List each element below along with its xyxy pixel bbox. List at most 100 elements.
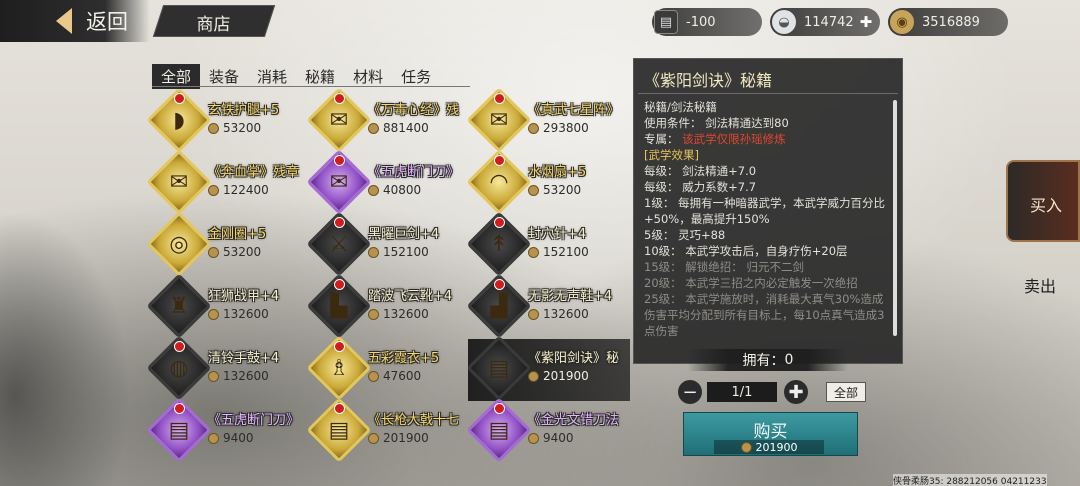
buy-button[interactable]: 购买 201900: [683, 412, 858, 456]
new-badge: [334, 155, 345, 166]
item-slot[interactable]: ◍ 清铃手鼓+4 132600: [146, 335, 312, 401]
shop-title: 商店: [152, 5, 276, 37]
coin-icon: [740, 441, 752, 453]
item-name: 封穴针+4: [528, 227, 587, 242]
scroll-icon: ✉: [169, 169, 189, 195]
book-icon: ▤: [488, 417, 510, 443]
decrease-quantity-button[interactable]: −: [678, 380, 702, 404]
item-detail-panel: 《紫阳剑诀》秘籍 秘籍/剑法秘籍 使用条件： 剑法精通达到80 专属： 该武学仅…: [633, 58, 903, 364]
item-name: 踏波飞云靴+4: [368, 289, 453, 304]
item-price: 53200: [528, 183, 581, 197]
item-price: 132600: [368, 307, 429, 321]
item-slot[interactable]: ◎ 金刚圈+5 53200: [146, 211, 312, 277]
side-tab-sell[interactable]: 卖出: [1024, 273, 1056, 297]
item-slot[interactable]: ↟ 封穴针+4 152100: [466, 211, 632, 277]
item-slot[interactable]: ▤ 《紫阳剑诀》秘 201900: [466, 335, 632, 401]
leg-guard-icon: ◗: [173, 107, 185, 133]
buy-label: 购买: [753, 422, 788, 442]
item-name: 黑曜巨剑+4: [368, 227, 440, 242]
item-slot[interactable]: ▤ 《五虎断门刀》 9400: [146, 397, 312, 463]
new-badge: [494, 279, 505, 290]
new-badge: [334, 341, 345, 352]
back-button[interactable]: 返回: [0, 0, 150, 42]
new-badge: [494, 217, 505, 228]
book-icon: ▤: [168, 417, 190, 443]
coin-icon: [528, 122, 539, 134]
robe-icon: ♗: [329, 355, 349, 381]
book-icon: ▤: [488, 355, 510, 381]
side-tab-buy[interactable]: 买入: [1006, 160, 1080, 242]
detail-type: 秘籍/剑法秘籍: [644, 100, 717, 114]
detail-scrollbar[interactable]: [893, 100, 897, 336]
item-price: 9400: [528, 431, 574, 445]
increase-quantity-button[interactable]: ✚: [784, 380, 808, 404]
item-slot[interactable]: ✉ 《奔血掌》残章 122400: [146, 149, 312, 215]
new-badge: [334, 403, 345, 414]
item-name: 《紫阳剑诀》秘: [528, 351, 620, 366]
coin-icon: [368, 246, 379, 258]
resource-cart-value: -100: [686, 14, 716, 30]
item-slot[interactable]: ♗ 五彩霞衣+5 47600: [306, 335, 472, 401]
item-slot[interactable]: ◠ 水烟扇+5 53200: [466, 149, 632, 215]
shoes-icon: ▟: [490, 293, 508, 319]
item-price: 201900: [528, 369, 589, 383]
coin-icon: [368, 184, 379, 196]
add-silver-icon[interactable]: ✚: [860, 13, 873, 31]
item-name: 水烟扇+5: [528, 165, 587, 180]
item-name: 《万毒心经》残: [368, 103, 460, 118]
ink-wash-decoration: [0, 180, 150, 486]
item-slot[interactable]: ▤ 《金光文错刀法 9400: [466, 397, 632, 463]
side-buy-label: 买入: [1030, 196, 1063, 215]
new-badge: [494, 155, 505, 166]
item-slot[interactable]: ♜ 狂狮战甲+4 132600: [146, 273, 312, 339]
item-slot[interactable]: ⚔ 黑曜巨剑+4 152100: [306, 211, 472, 277]
coin-icon: [368, 308, 379, 320]
ring-icon: ◎: [169, 231, 189, 257]
item-slot[interactable]: ◗ 玄铁护腿+5 53200: [146, 87, 312, 153]
item-name: 《奔血掌》残章: [208, 165, 300, 180]
item-name: 《真武七星阵》: [528, 103, 620, 118]
armor-icon: ♜: [169, 293, 189, 319]
coin-icon: [368, 370, 379, 382]
owned-count: 拥有： 0: [688, 349, 848, 371]
item-slot[interactable]: ▤ 《长枪大戟十七 201900: [306, 397, 472, 463]
item-price: 132600: [208, 307, 269, 321]
new-badge: [494, 93, 505, 104]
item-price: 47600: [368, 369, 421, 383]
new-badge: [334, 279, 345, 290]
detail-effect-line: 每级： 威力系数+7.7: [644, 180, 757, 194]
item-name: 金刚圈+5: [208, 227, 267, 242]
detail-title: 《紫阳剑诀》秘籍: [644, 71, 773, 90]
detail-condition: 使用条件： 剑法精通达到80: [644, 116, 789, 130]
select-all-button[interactable]: 全部: [826, 382, 866, 402]
resource-silver-value: 114742: [804, 14, 854, 30]
coin-icon: [208, 184, 219, 196]
item-price: 132600: [208, 369, 269, 383]
buy-price: 201900: [714, 440, 824, 454]
item-slot[interactable]: ✉ 《五虎断门刀》 40800: [306, 149, 472, 215]
detail-effect-line: 5级： 灵巧+88: [644, 228, 726, 242]
item-name: 《五虎断门刀》: [368, 165, 460, 180]
item-slot[interactable]: ▟ 无影无声鞋+4 132600: [466, 273, 632, 339]
item-price: 53200: [208, 121, 261, 135]
detail-body: 秘籍/剑法秘籍 使用条件： 剑法精通达到80 专属： 该武学仅限孙瑶修炼 [武学…: [644, 99, 894, 349]
needle-icon: ↟: [489, 231, 509, 257]
item-slot[interactable]: ✉ 《万毒心经》残 881400: [306, 87, 472, 153]
coin-icon: [208, 370, 219, 382]
item-price: 9400: [208, 431, 254, 445]
item-price: 132600: [528, 307, 589, 321]
detail-effects-header: [武学效果]: [644, 148, 699, 162]
item-slot[interactable]: ▙ 踏波飞云靴+4 132600: [306, 273, 472, 339]
coin-icon: [208, 432, 219, 444]
coin-icon: [208, 122, 219, 134]
silver-ingot-icon: ◒: [772, 10, 796, 34]
new-badge: [174, 341, 185, 352]
scroll-icon: ✉: [329, 107, 349, 133]
detail-divider: [638, 93, 898, 94]
item-slot[interactable]: ✉ 《真武七星阵》 293800: [466, 87, 632, 153]
item-price: 201900: [368, 431, 429, 445]
coin-icon: [528, 308, 539, 320]
coin-icon: [528, 432, 539, 444]
coin-icon: [208, 246, 219, 258]
detail-effect-line: 15级： 解锁绝招： 归元不二剑: [644, 260, 804, 274]
